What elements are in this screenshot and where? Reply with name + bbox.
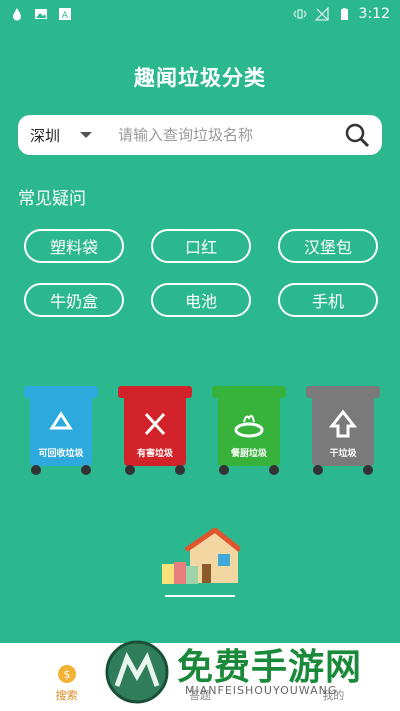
- coin-search-icon: $: [57, 665, 76, 683]
- city-select[interactable]: 深圳: [30, 125, 60, 146]
- bin-categories: 可回收垃圾 有害垃圾 餐厨垃圾 干垃圾: [22, 382, 382, 478]
- search-bar: 深圳: [18, 115, 382, 155]
- recycle-bin-icon: [24, 386, 98, 475]
- faq-tag[interactable]: 牛奶盒: [24, 283, 124, 317]
- watermark-logo-icon: [105, 640, 169, 704]
- faq-tag[interactable]: 电池: [151, 283, 251, 317]
- bin-label: 干垃圾: [329, 449, 357, 459]
- svg-text:$: $: [63, 668, 70, 681]
- bin-residual[interactable]: 干垃圾: [304, 382, 382, 478]
- bin-label: 有害垃圾: [136, 449, 173, 459]
- bin-label: 餐厨垃圾: [230, 449, 267, 459]
- watermark-text: 免费手游网: [177, 647, 363, 688]
- bin-food[interactable]: 餐厨垃圾: [210, 382, 288, 478]
- bin-label: 可回收垃圾: [38, 449, 84, 459]
- watermark: 免费手游网 MIANFEISHOUYOUWANG: [105, 634, 395, 711]
- battery-icon: [340, 8, 348, 20]
- faq-title: 常见疑问: [18, 189, 86, 209]
- status-bar: A 3:12: [0, 0, 400, 28]
- text-icon: A: [59, 8, 71, 21]
- watermark-subtext: MIANFEISHOUYOUWANG: [185, 684, 338, 697]
- house-illustration: [162, 528, 240, 597]
- vibrate-icon: [292, 9, 307, 19]
- signal-off-icon: [314, 7, 329, 21]
- drop-icon: [13, 8, 21, 21]
- bin-recyclable[interactable]: 可回收垃圾: [22, 382, 100, 478]
- hazard-bin-icon: [118, 386, 192, 475]
- faq-tag[interactable]: 汉堡包: [278, 229, 378, 263]
- svg-text:A: A: [62, 11, 69, 21]
- faq-tags: 塑料袋 口红 汉堡包 牛奶盒 电池 手机: [24, 229, 378, 317]
- faq-tag[interactable]: 手机: [278, 283, 378, 317]
- status-time: 3:12: [358, 6, 390, 22]
- search-icon[interactable]: [344, 122, 370, 148]
- bin-hazardous[interactable]: 有害垃圾: [116, 382, 194, 478]
- tab-search[interactable]: $ 搜索: [27, 663, 107, 703]
- image-icon: [35, 9, 47, 19]
- faq-tag[interactable]: 塑料袋: [24, 229, 124, 263]
- food-bin-icon: [212, 386, 286, 475]
- faq-tag[interactable]: 口红: [151, 229, 251, 263]
- tab-label: 搜索: [55, 689, 78, 702]
- search-input[interactable]: [116, 125, 344, 145]
- residual-bin-icon: [306, 386, 380, 475]
- app-title: 趣闻垃圾分类: [134, 66, 266, 90]
- chevron-down-icon[interactable]: [80, 132, 93, 138]
